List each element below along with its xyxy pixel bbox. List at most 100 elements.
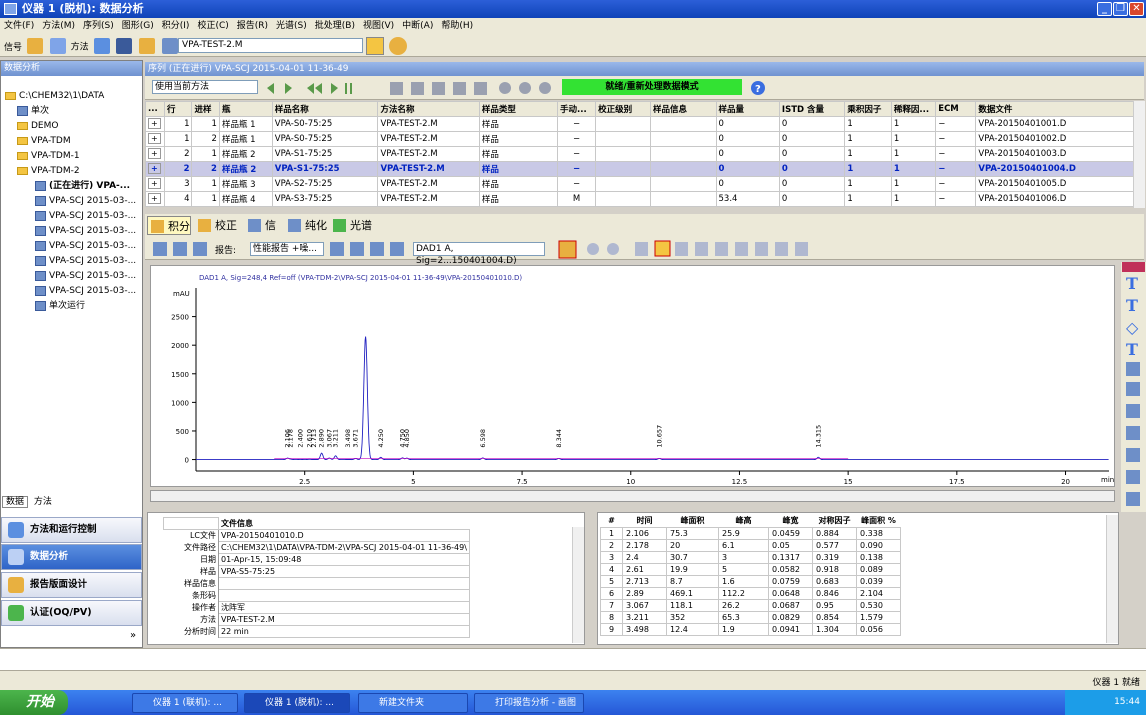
peak-column-header[interactable]: 峰面积 % — [857, 515, 901, 527]
table-cell[interactable]: 1 — [191, 191, 220, 207]
table-row[interactable]: +1 2 样品瓶 1 VPA-S0-75:25 VPA-TEST-2.M 样品 −0 0 1 1−… — [144, 131, 1135, 147]
peak-row[interactable]: 2 2.178 20 6.1 0.05 0.577 0.090 — [600, 538, 901, 552]
table-cell[interactable]: 1 — [191, 146, 220, 162]
table-cell[interactable]: 1 — [191, 116, 220, 132]
table-cell[interactable] — [595, 146, 652, 162]
table-cell[interactable]: VPA-S1-75:25 — [271, 146, 379, 162]
table-row[interactable]: +2 1 样品瓶 2 VPA-S1-75:25 VPA-TEST-2.M 样品 −0 0 1 1−… — [144, 146, 1135, 162]
menu-item[interactable]: 序列(S) — [79, 21, 118, 31]
table-cell[interactable]: 样品瓶 1 — [218, 116, 273, 132]
column-header[interactable]: ECM — [935, 101, 977, 117]
load-method-icon[interactable] — [93, 38, 110, 54]
table-cell[interactable]: 1 — [890, 176, 937, 192]
table-cell[interactable]: − — [557, 131, 597, 147]
table-cell[interactable] — [650, 116, 717, 132]
peak-row[interactable]: 3 2.4 30.7 3 0.1317 0.319 0.138 — [600, 550, 901, 564]
report-select[interactable]: 性能报告 +噪... — [250, 242, 324, 256]
column-header[interactable]: 行 — [164, 101, 193, 117]
table-cell[interactable]: 样品瓶 2 — [218, 161, 273, 177]
table-cell[interactable]: VPA-TEST-2.M — [377, 176, 480, 192]
file-info-scrollbar[interactable] — [572, 527, 584, 643]
nav-report-layout[interactable]: 报告版面设计 — [1, 572, 142, 598]
expand-icon[interactable]: + — [148, 163, 161, 174]
table-cell[interactable]: VPA-TEST-2.M — [377, 161, 480, 177]
table-cell[interactable]: 样品 — [478, 191, 559, 207]
table-cell[interactable]: 1 — [890, 161, 937, 177]
table-cell[interactable]: VPA-S0-75:25 — [271, 116, 379, 132]
table-cell[interactable]: 1 — [164, 131, 193, 147]
menu-item[interactable]: 积分(I) — [158, 21, 194, 31]
peak-row[interactable]: 4 2.61 19.9 5 0.0582 0.918 0.089 — [600, 562, 901, 576]
column-header[interactable]: ISTD 含量 — [778, 101, 846, 117]
table-cell[interactable]: 1 — [844, 191, 892, 207]
method-name-field[interactable]: VPA-TEST-2.M — [178, 38, 363, 53]
expand-icon[interactable]: + — [148, 118, 161, 129]
table-cell[interactable]: VPA-TEST-2.M — [377, 146, 480, 162]
table-cell[interactable]: 0 — [715, 116, 780, 132]
column-header[interactable]: 数据文件 — [975, 101, 1135, 117]
table-row[interactable]: +3 1 样品瓶 3 VPA-S2-75:25 VPA-TEST-2.M 样品 −0 0 1 1−… — [144, 176, 1135, 192]
table-cell[interactable]: VPA-20150401002.D — [975, 131, 1135, 147]
table-cell[interactable]: − — [557, 116, 597, 132]
table-cell[interactable]: 2 — [191, 161, 220, 177]
table-cell[interactable]: VPA-S1-75:25 — [271, 161, 379, 177]
restore-button[interactable]: ❐ — [1113, 2, 1128, 16]
table-cell[interactable]: 1 — [844, 146, 892, 162]
table-cell[interactable]: 1 — [890, 131, 937, 147]
sequence-scrollbar[interactable] — [1133, 101, 1145, 208]
table-cell[interactable]: 样品瓶 1 — [218, 131, 273, 147]
table-cell[interactable] — [650, 161, 717, 177]
table-cell[interactable]: − — [935, 146, 977, 162]
tree-item[interactable]: VPA-TDM-1 — [1, 149, 142, 164]
task-folder[interactable]: 新建文件夹 — [358, 693, 468, 713]
tree-item[interactable]: VPA-SCJ 2015-03-... — [1, 224, 142, 239]
table-cell[interactable]: − — [557, 176, 597, 192]
table-cell[interactable]: VPA-20150401003.D — [975, 146, 1135, 162]
book-icon[interactable] — [162, 38, 179, 54]
table-cell[interactable]: 1 — [890, 116, 937, 132]
table-cell[interactable]: − — [935, 131, 977, 147]
tree-item[interactable]: DEMO — [1, 119, 142, 134]
table-cell[interactable]: VPA-20150401001.D — [975, 116, 1135, 132]
right-tool-icons[interactable]: TT◇T — [1121, 262, 1146, 512]
column-header[interactable]: 手动... — [557, 101, 597, 117]
expand-icon[interactable]: + — [148, 178, 161, 189]
tab-1[interactable]: 校正 — [195, 216, 241, 235]
tab-2[interactable]: 信号 — [245, 216, 283, 251]
table-cell[interactable]: VPA-TEST-2.M — [377, 191, 480, 207]
column-header[interactable]: 乘积因子 — [844, 101, 892, 117]
table-cell[interactable]: VPA-20150401005.D — [975, 176, 1135, 192]
table-cell[interactable]: 1 — [890, 146, 937, 162]
table-cell[interactable] — [595, 176, 652, 192]
table-cell[interactable]: 0 — [715, 161, 780, 177]
table-cell[interactable]: 样品 — [478, 176, 559, 192]
folder-icon[interactable] — [139, 38, 156, 54]
column-header[interactable]: 样品量 — [715, 101, 780, 117]
table-cell[interactable]: 0 — [778, 116, 846, 132]
table-cell[interactable]: 2 — [164, 161, 193, 177]
expand-icon[interactable]: + — [148, 148, 161, 159]
tree-item[interactable]: 单次运行 — [1, 299, 142, 314]
menu-item[interactable]: 批处理(B) — [311, 21, 359, 31]
save-method-icon[interactable] — [116, 38, 133, 54]
peak-row[interactable]: 1 2.106 75.3 25.9 0.0459 0.884 0.338 — [600, 526, 901, 540]
table-cell[interactable]: 0 — [778, 176, 846, 192]
table-cell[interactable]: − — [935, 161, 977, 177]
table-cell[interactable]: 1 — [164, 116, 193, 132]
tree-item[interactable]: VPA-SCJ 2015-03-... — [1, 284, 142, 299]
menu-item[interactable]: 光谱(S) — [272, 21, 311, 31]
use-method-select[interactable]: 使用当前方法 — [152, 80, 258, 94]
table-cell[interactable]: 0 — [778, 131, 846, 147]
nav-more-chevron-icon[interactable]: » — [130, 630, 136, 641]
table-cell[interactable]: 3 — [164, 176, 193, 192]
peak-row[interactable]: 9 3.498 12.4 1.9 0.0941 1.304 0.056 — [600, 622, 901, 636]
peak-column-header[interactable]: 时间 — [623, 515, 667, 527]
menu-item[interactable]: 帮助(H) — [437, 21, 477, 31]
menu-item[interactable]: 图形(G) — [118, 21, 158, 31]
menu-item[interactable]: 文件(F) — [0, 21, 38, 31]
menu-item[interactable]: 校正(C) — [193, 21, 232, 31]
close-button[interactable]: ✕ — [1129, 2, 1144, 16]
peak-row[interactable]: 5 2.713 8.7 1.6 0.0759 0.683 0.039 — [600, 574, 901, 588]
table-cell[interactable]: 样品 — [478, 131, 559, 147]
peak-row[interactable]: 8 3.211 352 65.3 0.0829 0.854 1.579 — [600, 610, 901, 624]
